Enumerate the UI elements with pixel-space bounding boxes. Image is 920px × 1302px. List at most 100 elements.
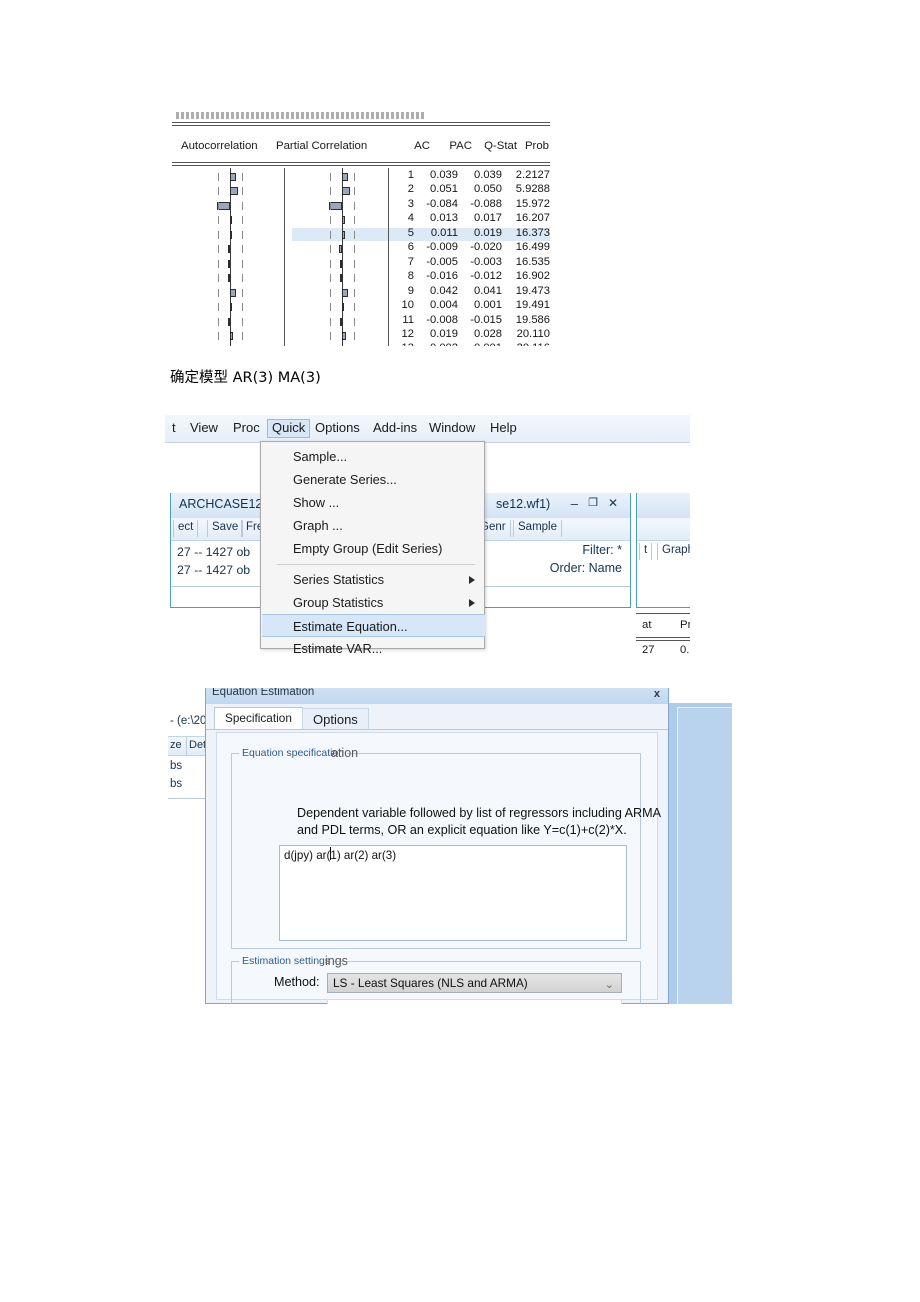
correlogram-bar <box>230 288 237 297</box>
toolbar-separator <box>186 737 187 755</box>
cut-off-observations-text <box>176 112 426 119</box>
correlogram-bar <box>342 230 345 239</box>
confidence-band-tick <box>218 201 219 210</box>
confidence-band-tick <box>242 259 243 268</box>
secondary-toolbar-button-graph[interactable]: Graph <box>657 543 690 560</box>
plot-divider-2 <box>388 168 389 346</box>
panel-inner <box>677 707 732 1004</box>
confidence-band-tick <box>330 288 331 297</box>
confidence-band-tick <box>354 245 355 254</box>
tab-specification[interactable]: Specification <box>214 707 303 730</box>
menu-item-addins[interactable]: Add-ins <box>368 419 422 438</box>
plot-divider-1 <box>284 168 285 346</box>
correlogram-bar <box>342 288 349 297</box>
confidence-band-tick <box>242 173 243 181</box>
confidence-band-tick <box>242 317 243 326</box>
correlogram-bar <box>342 187 350 196</box>
confidence-band-tick <box>354 303 355 312</box>
secondary-window[interactable]: – – t Graph St <box>636 493 690 608</box>
confidence-band-tick <box>242 201 243 210</box>
correlogram-bar <box>230 173 236 181</box>
menu-item-quick[interactable]: Quick <box>267 419 311 438</box>
eviews-menu-screenshot: ARCHCASE12 se12.wf1) – ❐ ✕ ect Save Free… <box>165 415 690 655</box>
quick-dropdown-menu[interactable]: Sample... Generate Series... Show ... Gr… <box>260 441 485 655</box>
correlogram-bar <box>342 303 344 312</box>
menu-item-proc[interactable]: Proc <box>228 419 265 438</box>
sample-field-partial[interactable] <box>327 999 622 1004</box>
equation-specification-description: Dependent variable followed by list of r… <box>297 805 661 839</box>
header-ac: AC <box>414 140 430 152</box>
quick-menu-item-sample[interactable]: Sample... <box>262 445 485 468</box>
quick-menu-item-show[interactable]: Show ... <box>262 491 485 514</box>
confidence-band-tick <box>330 331 331 340</box>
secondary-window-titlebar: – <box>637 493 690 519</box>
quick-menu-item-group-statistics[interactable]: Group Statistics <box>262 591 485 614</box>
correlogram-bar <box>342 216 345 225</box>
secondary-toolbar-button-t[interactable]: t <box>639 543 653 560</box>
equation-specification-input[interactable]: d(jpy) ar(1) ar(2) ar(3) <box>279 845 627 941</box>
background-separator <box>168 798 208 799</box>
confidence-band-tick <box>218 317 219 326</box>
header-pac: PAC <box>449 140 472 152</box>
dialog-titlebar: Equation Estimation x <box>206 688 668 704</box>
method-dropdown[interactable]: LS - Least Squares (NLS and ARMA) ⌄ <box>327 973 622 993</box>
confidence-band-tick <box>242 187 243 196</box>
confidence-band-tick <box>330 245 331 254</box>
correlogram-bar <box>342 331 347 340</box>
correlogram-bar <box>228 259 230 268</box>
header-prob: Prob <box>524 140 549 152</box>
confidence-band-tick <box>354 288 355 297</box>
correlogram-top-rule <box>172 122 550 126</box>
toolbar-fragment-ze: ze <box>170 739 182 751</box>
header-autocorrelation: Autocorrelation <box>181 140 258 152</box>
close-button[interactable]: ✕ <box>608 496 618 510</box>
quick-menu-item-empty-group[interactable]: Empty Group (Edit Series) <box>262 537 485 560</box>
obs-fragment-2: bs <box>170 778 183 790</box>
chevron-down-icon: ⌄ <box>604 979 614 991</box>
tab-options[interactable]: Options <box>302 708 369 730</box>
confidence-band-tick <box>218 173 219 181</box>
menu-item-view[interactable]: View <box>185 419 223 438</box>
quick-menu-item-estimate-var[interactable]: Estimate VAR... <box>262 637 485 655</box>
toolbar-button-save[interactable]: Save <box>207 520 244 537</box>
workfile-title-left: ARCHCASE12 <box>179 497 263 511</box>
confidence-band-tick <box>218 216 219 225</box>
correlogram-bar <box>230 216 232 225</box>
peek-header-prob: Prob <box>680 619 690 631</box>
quick-menu-item-estimate-equation[interactable]: Estimate Equation... <box>262 614 485 637</box>
obs-fragment-1: bs <box>170 760 183 772</box>
confidence-band-tick <box>242 216 243 225</box>
menu-item-help[interactable]: Help <box>485 419 522 438</box>
header-partial-correlation: Partial Correlation <box>276 140 368 152</box>
estimation-settings-group-title: Estimation settings <box>239 955 334 967</box>
confidence-band-tick <box>242 303 243 312</box>
correlogram-header-rule <box>172 162 550 166</box>
quick-menu-item-series-statistics[interactable]: Series Statistics <box>262 568 485 591</box>
toolbar-button-sample[interactable]: Sample <box>513 520 562 537</box>
menu-item-t[interactable]: t <box>167 419 181 438</box>
confidence-band-tick <box>354 317 355 326</box>
quick-menu-item-generate-series[interactable]: Generate Series... <box>262 468 485 491</box>
equation-specification-ghost-text: ation <box>331 746 359 760</box>
menu-item-options[interactable]: Options <box>310 419 365 438</box>
quick-menu-label: Empty Group (Edit Series) <box>293 541 443 556</box>
confidence-band-tick <box>354 331 355 340</box>
text-caret <box>330 847 331 860</box>
workfile-order-label: Order: Name <box>549 561 622 575</box>
tabstrip-underline <box>206 729 668 730</box>
maximize-button[interactable]: ❐ <box>588 496 598 509</box>
workfile-sample-row: 27 -- 1427 ob <box>177 563 251 577</box>
toolbar-button-object[interactable]: ect <box>173 520 199 537</box>
confidence-band-tick <box>330 317 331 326</box>
equation-estimation-dialog[interactable]: Equation Estimation x Specification Opti… <box>205 688 669 1004</box>
correlogram-bar <box>230 230 232 239</box>
minimize-button[interactable]: – <box>571 496 578 511</box>
quick-menu-label: Estimate VAR... <box>293 641 383 655</box>
correlogram-bar <box>339 317 342 326</box>
correlogram-header-row: Autocorrelation Partial Correlation AC P… <box>172 134 550 162</box>
description-line-2: and PDL terms, OR an explicit equation l… <box>297 823 627 837</box>
submenu-arrow-icon <box>469 576 475 584</box>
menu-item-window[interactable]: Window <box>424 419 480 438</box>
dialog-close-icon[interactable]: x <box>654 688 660 700</box>
quick-menu-item-graph[interactable]: Graph ... <box>262 514 485 537</box>
